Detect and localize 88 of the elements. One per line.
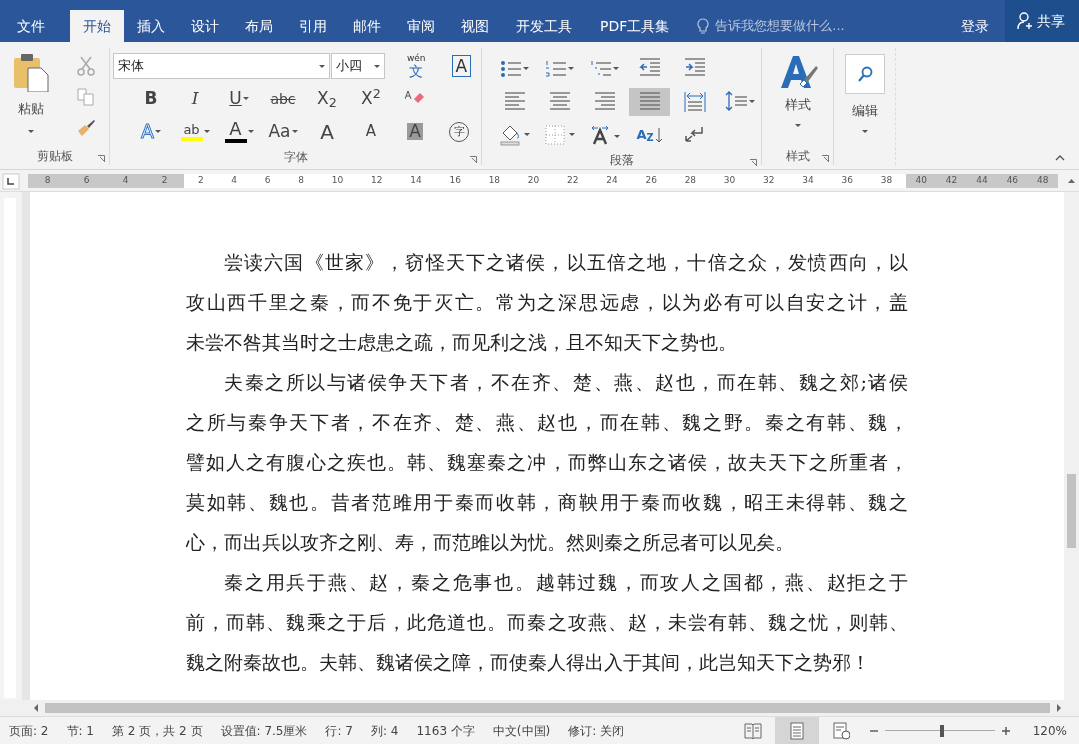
underline-button[interactable]: U bbox=[219, 84, 259, 113]
phonetic-guide-button[interactable]: wén 文 bbox=[396, 51, 436, 81]
ruler-number: 48 bbox=[1037, 173, 1049, 187]
ruler-number: 12 bbox=[371, 173, 383, 187]
status-item[interactable]: 列: 4 bbox=[362, 721, 408, 740]
ruler-number: 4 bbox=[231, 173, 238, 187]
font-size-dropdown[interactable]: 小四 bbox=[330, 53, 385, 79]
font-color-button[interactable]: A bbox=[219, 117, 259, 146]
zoom-level[interactable]: 120% bbox=[1016, 721, 1079, 740]
ruler-number: 14 bbox=[410, 173, 422, 187]
ruler-number: 36 bbox=[841, 173, 853, 187]
status-item[interactable]: 节: 1 bbox=[57, 721, 103, 740]
ribbon-tab[interactable]: 视图 bbox=[448, 10, 502, 42]
status-item[interactable]: 修订: 关闭 bbox=[559, 721, 634, 740]
editing-button[interactable]: 编辑 bbox=[837, 54, 892, 134]
ruler-number: 40 bbox=[915, 173, 927, 187]
ribbon-tab[interactable]: 引用 bbox=[286, 10, 340, 42]
status-item[interactable]: 设置值: 7.5厘米 bbox=[211, 721, 317, 740]
text-line: 尝读六国《世家》，窃怪天下之诸侯，以五倍之地，十倍之众，发愤西向，以 bbox=[223, 250, 908, 276]
ruler-number: 18 bbox=[488, 173, 501, 187]
status-item[interactable]: 第 2 页，共 2 页 bbox=[103, 721, 212, 740]
ruler-number: 6 bbox=[83, 173, 90, 187]
ruler-number: 8 bbox=[44, 173, 51, 187]
ribbon-tab[interactable]: PDF工具集 bbox=[586, 10, 684, 42]
character-border-button[interactable]: A bbox=[441, 52, 481, 80]
ruler-number: 42 bbox=[945, 173, 958, 187]
status-item[interactable]: 1163 个字 bbox=[407, 721, 484, 740]
ruler-number: 30 bbox=[723, 173, 736, 187]
ribbon-tab[interactable]: 邮件 bbox=[340, 10, 394, 42]
text-line: 秦之用兵于燕、赵，秦之危事也。越韩过魏，而攻人之国都，燕、赵拒之于 bbox=[223, 570, 908, 596]
group-label: 样式 bbox=[785, 148, 810, 165]
bold-button[interactable]: B bbox=[131, 84, 171, 113]
ruler-number: 20 bbox=[527, 173, 540, 187]
text-line: 莫如韩、魏也。昔者范雎用于秦而收韩，商鞅用于秦而收魏，昭王未得韩、魏之 bbox=[186, 490, 908, 516]
grow-font-button[interactable]: A bbox=[307, 117, 347, 146]
ruler-number: 38 bbox=[880, 173, 893, 187]
status-item[interactable]: 行: 7 bbox=[316, 721, 362, 740]
group-label: 段落 bbox=[609, 152, 634, 169]
text-line: 魏之附秦故也。夫韩、魏诸侯之障，而使秦人得出入于其间，此岂知天下之势邪！ bbox=[186, 650, 871, 676]
ribbon-tab[interactable]: 设计 bbox=[178, 10, 232, 42]
ruler-number: 28 bbox=[684, 173, 697, 187]
text-line: 之所与秦争天下者，不在齐、楚、燕、赵也，而在韩、魏之野。秦之有韩、魏， bbox=[186, 410, 908, 436]
text-line: 心，而出兵以攻齐之刚、寿，而范雎以为忧。然则秦之所忌者可以见矣。 bbox=[186, 530, 795, 556]
sort-button[interactable]: A$_{Z}$ bbox=[629, 120, 670, 149]
group-label: 剪贴板 bbox=[36, 148, 73, 165]
script-button[interactable]: X$^{2}$ bbox=[351, 84, 391, 113]
ruler-number: 16 bbox=[449, 173, 461, 187]
character-shading-button[interactable]: A bbox=[395, 117, 435, 146]
ruler-number: 44 bbox=[976, 173, 988, 187]
script-button[interactable]: X$_{2}$ bbox=[307, 84, 347, 113]
highlight-button[interactable]: ab bbox=[175, 117, 215, 146]
ruler-number: 2 bbox=[197, 173, 204, 187]
ruler-number: 6 bbox=[264, 173, 271, 187]
ribbon-tab[interactable]: 开发工具 bbox=[502, 10, 586, 42]
status-item[interactable]: 中文(中国) bbox=[483, 721, 560, 740]
strikethrough-button[interactable]: abc bbox=[263, 84, 303, 113]
italic-button[interactable]: I bbox=[175, 84, 215, 113]
ruler-number: 34 bbox=[802, 173, 814, 187]
text-line: 前，而韩、魏乘之于后，此危道也。而秦之攻燕、赵，未尝有韩、魏之忧，则韩、 bbox=[186, 610, 908, 636]
text-line: 夫秦之所以与诸侯争天下者，不在齐、楚、燕、赵也，而在韩、魏之郊;诸侯 bbox=[223, 370, 908, 396]
ribbon-tab[interactable]: 布局 bbox=[232, 10, 286, 42]
ruler-number: 32 bbox=[763, 173, 775, 187]
text-line: 攻山西千里之秦，而不免于灭亡。常为之深思远虑，以为必有可以自安之计，盖 bbox=[186, 290, 908, 316]
paste-button[interactable]: 粘贴 bbox=[0, 52, 62, 138]
text-line: 未尝不咎其当时之士虑患之疏，而见利之浅，且不知天下之势也。 bbox=[186, 330, 738, 356]
ribbon-tab[interactable]: 开始 bbox=[70, 10, 124, 42]
shrink-font-button[interactable]: A bbox=[351, 117, 391, 146]
change-case-button[interactable]: Aa bbox=[263, 117, 303, 146]
ruler-number: 46 bbox=[1006, 173, 1019, 187]
search-field[interactable]: 告诉我您想要做什么... bbox=[715, 16, 845, 36]
ruler-number: 2 bbox=[161, 173, 168, 187]
ruler-number: 4 bbox=[122, 173, 129, 187]
ribbon-tab[interactable]: 文件 bbox=[4, 10, 58, 42]
enclose-character-button[interactable]: 字 bbox=[439, 117, 479, 146]
ruler-number: 10 bbox=[331, 173, 344, 187]
share-button[interactable]: 共享 bbox=[1005, 0, 1079, 42]
ruler-number: 26 bbox=[645, 173, 657, 187]
text-line: 譬如人之有腹心之疾也。韩、魏塞秦之冲，而弊山东之诸侯，故夫天下之所重者， bbox=[186, 450, 908, 476]
sign-in-link[interactable]: 登录 bbox=[945, 0, 1005, 42]
status-item[interactable]: 页面: 2 bbox=[0, 721, 58, 740]
ruler-number: 24 bbox=[606, 173, 618, 187]
group-label: 字体 bbox=[283, 149, 308, 166]
ruler-number: 8 bbox=[298, 173, 305, 187]
styles-button[interactable]: 样式 bbox=[767, 54, 828, 134]
ribbon-tab[interactable]: 审阅 bbox=[394, 10, 448, 42]
ruler-number: 22 bbox=[567, 173, 579, 187]
ribbon-tab[interactable]: 插入 bbox=[124, 10, 178, 42]
font-name-dropdown[interactable]: 宋体 bbox=[113, 53, 330, 79]
